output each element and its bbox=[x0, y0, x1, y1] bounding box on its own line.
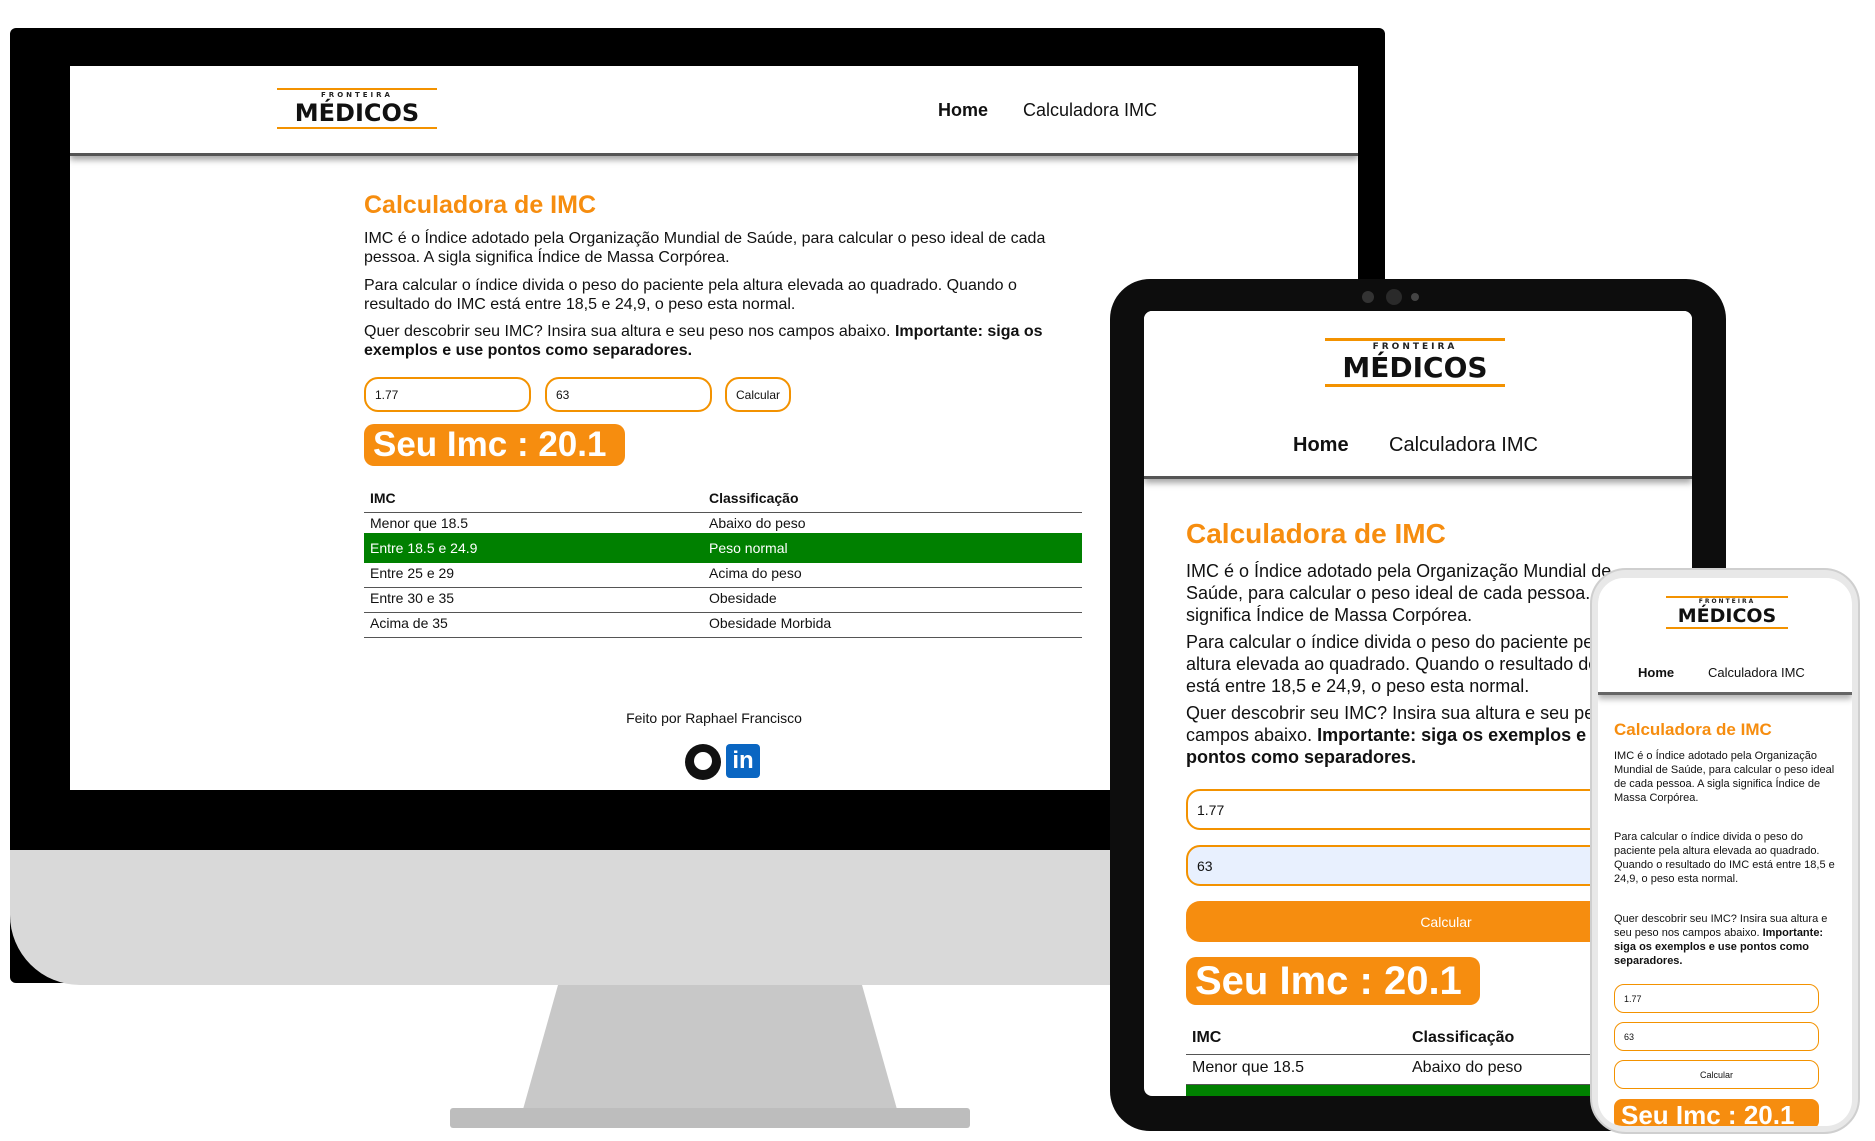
nav-calculator-link[interactable]: Calculadora IMC bbox=[1708, 665, 1805, 680]
instructions-text: Quer descobrir seu IMC? Insira sua altur… bbox=[364, 323, 895, 340]
calculate-button[interactable]: Calcular bbox=[1614, 1060, 1819, 1089]
tablet-camera bbox=[1386, 289, 1402, 305]
nav-calculator-link[interactable]: Calculadora IMC bbox=[1023, 100, 1157, 121]
table-header-classification: Classificação bbox=[1412, 1029, 1515, 1046]
weight-input[interactable]: 63 bbox=[545, 377, 712, 412]
formula-paragraph: Para calcular o índice divida o peso do … bbox=[1614, 831, 1835, 885]
site-logo[interactable]: FRONTEIRA MÉDICOS bbox=[1325, 338, 1505, 387]
bmi-result: Seu Imc : 20.1 bbox=[1614, 1099, 1819, 1126]
nav-home-link[interactable]: Home bbox=[938, 100, 988, 121]
logo-big-text: MÉDICOS bbox=[1677, 605, 1777, 627]
page-title: Calculadora de IMC bbox=[364, 191, 596, 219]
site-header: FRONTEIRA MÉDICOS Home Calculadora IMC bbox=[70, 66, 1358, 156]
intro-paragraph: IMC é o Índice adotado pela Organização … bbox=[1186, 561, 1648, 625]
bmi-result: Seu Imc : 20.1 bbox=[364, 424, 625, 466]
table-cell-imc: Entre 18.5 e 24.9 bbox=[370, 540, 478, 556]
table-cell-class: Acima do peso bbox=[709, 565, 802, 581]
site-header: FRONTEIRA MÉDICOS Home Calculadora IMC bbox=[1598, 578, 1852, 695]
table-cell-class: Abaixo do peso bbox=[709, 515, 806, 531]
logo-small-text: FRONTEIRA bbox=[321, 91, 393, 99]
site-header: FRONTEIRA MÉDICOS Home Calculadora IMC bbox=[1144, 311, 1692, 479]
logo-big-text: MÉDICOS bbox=[294, 99, 420, 127]
tablet-sensor bbox=[1362, 291, 1374, 303]
height-input[interactable]: 1.77 bbox=[1614, 984, 1819, 1013]
site-logo[interactable]: FRONTEIRA MÉDICOS bbox=[277, 88, 437, 129]
page-title: Calculadora de IMC bbox=[1186, 518, 1446, 549]
instructions-paragraph: Quer descobrir seu IMC? Insira sua altur… bbox=[1614, 912, 1836, 968]
weight-input[interactable]: 63 bbox=[1614, 1022, 1819, 1051]
desktop-monitor-base bbox=[450, 1108, 970, 1128]
table-header-imc: IMC bbox=[370, 490, 396, 506]
table-cell-class: Peso normal bbox=[709, 540, 788, 556]
formula-paragraph: Para calcular o índice divida o peso do … bbox=[1186, 632, 1637, 696]
table-cell-imc: Acima de 35 bbox=[370, 615, 448, 631]
bmi-table: IMC Classificação Menor que 18.5 Abaixo … bbox=[364, 483, 1082, 653]
phone-screen: FRONTEIRA MÉDICOS Home Calculadora IMC C… bbox=[1598, 578, 1852, 1126]
linkedin-icon[interactable]: in bbox=[726, 744, 760, 778]
nav-home-link[interactable]: Home bbox=[1638, 665, 1674, 680]
logo-small-text: FRONTEIRA bbox=[1698, 598, 1756, 605]
table-header-imc: IMC bbox=[1192, 1029, 1222, 1046]
table-row: Acima de 35 Obesidade Morbida bbox=[364, 608, 1082, 638]
github-icon[interactable] bbox=[685, 744, 721, 780]
table-cell-imc: Entre 30 e 35 bbox=[370, 590, 455, 606]
formula-paragraph: Para calcular o índice divida o peso do … bbox=[364, 277, 1017, 313]
table-cell-class: Abaixo do peso bbox=[1412, 1059, 1523, 1076]
site-logo[interactable]: FRONTEIRA MÉDICOS bbox=[1666, 596, 1788, 629]
page-title: Calculadora de IMC bbox=[1614, 720, 1772, 739]
nav-calculator-link[interactable]: Calculadora IMC bbox=[1389, 434, 1538, 457]
nav-home-link[interactable]: Home bbox=[1293, 434, 1349, 457]
instructions-paragraph: Quer descobrir seu IMC? Insira sua altur… bbox=[1186, 702, 1656, 768]
intro-paragraph: IMC é o Índice adotado pela Organização … bbox=[1614, 750, 1835, 804]
bmi-result: Seu Imc : 20.1 bbox=[1186, 957, 1480, 1005]
calculate-button[interactable]: Calcular bbox=[725, 377, 791, 412]
table-cell-class: Obesidade bbox=[709, 590, 777, 606]
logo-big-text: MÉDICOS bbox=[1342, 351, 1488, 384]
table-cell-class: Obesidade Morbida bbox=[709, 615, 832, 631]
height-input[interactable]: 1.77 bbox=[364, 377, 531, 412]
intro-paragraph: IMC é o Índice adotado pela Organização … bbox=[364, 230, 1046, 266]
table-header-classification: Classificação bbox=[709, 490, 799, 506]
table-cell-imc: Menor que 18.5 bbox=[370, 515, 469, 531]
tablet-sensor-small bbox=[1411, 293, 1419, 301]
table-cell-imc: Entre 25 e 29 bbox=[370, 565, 455, 581]
instructions-paragraph: Quer descobrir seu IMC? Insira sua altur… bbox=[364, 322, 1064, 360]
table-cell-imc: Menor que 18.5 bbox=[1192, 1059, 1305, 1076]
desktop-monitor-stand bbox=[520, 985, 900, 1120]
